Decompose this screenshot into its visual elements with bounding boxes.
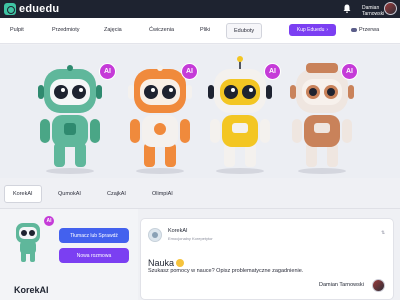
ai-badge: AI bbox=[100, 64, 115, 79]
break-label: Przerwa bbox=[359, 27, 380, 33]
ai-badge: AI bbox=[342, 64, 357, 79]
bot-tabs: KorekAI QumokAI CzajkAI OlimpiAI bbox=[0, 185, 400, 207]
chat-sender: KorekAI bbox=[168, 228, 188, 234]
new-conversation-button[interactable]: Nowa rozmowa bbox=[59, 248, 129, 263]
top-bar: eduedu Damian Tarnowski bbox=[0, 0, 400, 18]
ai-badge: AI bbox=[265, 64, 280, 79]
message-title-text: Nauka bbox=[148, 258, 175, 268]
tab-korekai[interactable]: KorekAI bbox=[4, 185, 42, 203]
reply-user-name: Damian Tarnowski bbox=[319, 282, 364, 288]
tab-olimpiai[interactable]: OlimpiAI bbox=[152, 191, 173, 197]
nav-item-cwiczenia[interactable]: Ćwiczenia bbox=[149, 27, 174, 33]
logo-icon bbox=[4, 3, 16, 15]
arrow-right-icon: › bbox=[326, 27, 329, 33]
robot-korek[interactable] bbox=[34, 51, 106, 175]
gamepad-icon bbox=[351, 28, 357, 32]
translate-check-button[interactable]: Tłumacz lub Sprawdź bbox=[59, 228, 129, 243]
buy-eduedu-button[interactable]: Kup Eduedu › bbox=[289, 24, 336, 36]
nav-item-przedmioty[interactable]: Przedmioty bbox=[52, 27, 80, 33]
tab-qumokai[interactable]: QumokAI bbox=[58, 191, 81, 197]
chat-sender-role: Emocjonalny Korepetytor bbox=[168, 236, 213, 241]
nav-item-pulpit[interactable]: Pulpit bbox=[10, 27, 24, 33]
message-title: Nauka bbox=[148, 258, 185, 268]
buy-label: Kup Eduedu bbox=[296, 27, 325, 33]
avatar bbox=[372, 279, 385, 292]
break-button[interactable]: Przerwa bbox=[351, 27, 379, 33]
robot-gallery: AI AI AI AI bbox=[0, 45, 400, 178]
settings-icon[interactable]: ⇅ bbox=[381, 230, 385, 236]
ai-badge: AI bbox=[182, 64, 197, 79]
message-text: Szukasz pomocy w nauce? Opisz problematy… bbox=[148, 268, 304, 274]
emoji-icon bbox=[176, 259, 185, 267]
main-nav: Pulpit Przedmioty Zajęcia Ćwiczenia Plik… bbox=[0, 18, 400, 44]
nav-item-eduboty[interactable]: Eduboty bbox=[226, 23, 263, 39]
nav-item-pliki[interactable]: Pliki bbox=[200, 27, 210, 33]
bot-avatar bbox=[16, 223, 40, 262]
bot-name: KorekAI bbox=[14, 285, 49, 295]
avatar[interactable] bbox=[384, 2, 397, 15]
app-name: eduedu bbox=[19, 3, 60, 15]
nav-item-zajecia[interactable]: Zajęcia bbox=[104, 27, 122, 33]
bell-icon[interactable] bbox=[343, 4, 351, 13]
tab-czajkai[interactable]: CzajkAI bbox=[107, 191, 126, 197]
bot-avatar-icon bbox=[148, 228, 162, 242]
ai-badge: AI bbox=[44, 216, 54, 226]
logo[interactable]: eduedu bbox=[4, 3, 59, 15]
